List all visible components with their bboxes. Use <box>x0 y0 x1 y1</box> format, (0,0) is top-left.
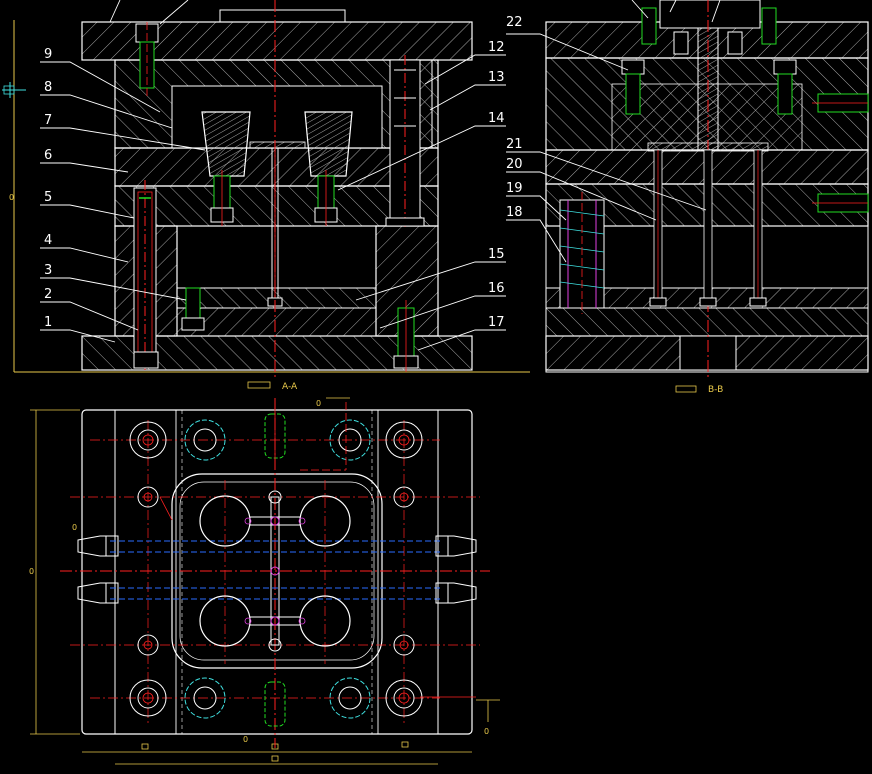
dim-top-label: 0 <box>316 399 321 408</box>
dim-right-label: 0 <box>484 727 489 736</box>
section-aa-view: 0 9 8 7 6 5 4 3 2 1 12 13 14 15 16 17 A-… <box>2 0 530 392</box>
section-bb-caption: B-B <box>708 385 723 395</box>
core-insert-right <box>304 111 353 177</box>
cooling-channels <box>77 535 477 604</box>
part-label-17: 17 <box>488 315 505 330</box>
dim-bottom-label: 0 <box>243 735 248 744</box>
core-insert-left <box>201 111 251 177</box>
part-label-16: 16 <box>488 281 505 296</box>
part-label-15: 15 <box>488 247 505 262</box>
part-label-7: 7 <box>44 113 52 128</box>
dim-label: 0 <box>9 193 14 202</box>
part-label-22: 22 <box>506 15 523 30</box>
part-label-9: 9 <box>44 47 52 62</box>
part-label-6: 6 <box>44 148 52 163</box>
part-label-12: 12 <box>488 40 505 55</box>
part-label-13: 13 <box>488 70 505 85</box>
section-bb-view: 22 21 20 19 18 B-B <box>506 0 869 395</box>
part-label-19: 19 <box>506 181 523 196</box>
section-aa-caption: A-A <box>282 382 298 392</box>
dim-left-label: 0 <box>72 523 77 532</box>
part-label-1: 1 <box>44 315 52 330</box>
plan-view: 0 0 0 0 0 <box>29 397 500 765</box>
part-label-18: 18 <box>506 205 523 220</box>
dim-height-label: 0 <box>29 567 34 576</box>
part-label-20: 20 <box>506 157 523 172</box>
part-label-21: 21 <box>506 137 523 152</box>
part-label-3: 3 <box>44 263 52 278</box>
ejector-plate <box>176 307 377 337</box>
mold-assembly-drawing: 0 9 8 7 6 5 4 3 2 1 12 13 14 15 16 17 A-… <box>2 0 869 765</box>
part-label-4: 4 <box>44 233 52 248</box>
part-label-8: 8 <box>44 80 52 95</box>
part-label-14: 14 <box>488 111 505 126</box>
part-label-5: 5 <box>44 190 52 205</box>
part-label-2: 2 <box>44 287 52 302</box>
